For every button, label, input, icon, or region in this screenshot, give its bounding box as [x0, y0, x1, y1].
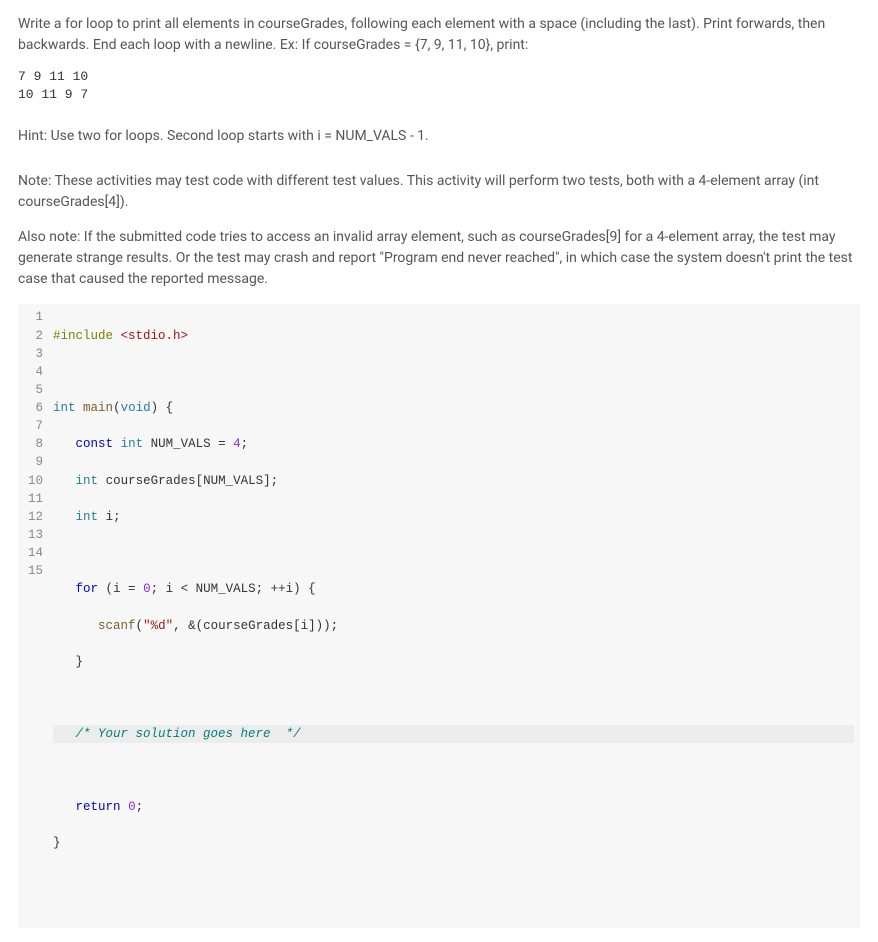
code-line-11	[53, 689, 854, 707]
note-1: Note: These activities may test code wit…	[18, 171, 860, 213]
code-line-10: }	[53, 653, 854, 671]
code-line-5: int courseGrades[NUM_VALS];	[53, 472, 854, 490]
code-editor[interactable]: 123456789101112131415 #include <stdio.h>…	[18, 304, 860, 928]
code-line-15: }	[53, 834, 854, 852]
note-2: Also note: If the submitted code tries t…	[18, 227, 860, 290]
code-line-1: #include <stdio.h>	[53, 327, 854, 345]
code-line-4: const int NUM_VALS = 4;	[53, 435, 854, 453]
code-line-6: int i;	[53, 508, 854, 526]
code-line-14: return 0;	[53, 798, 854, 816]
line-gutter: 123456789101112131415	[18, 304, 51, 892]
sample-output: 7 9 11 10 10 11 9 7	[18, 68, 860, 104]
code-line-7	[53, 544, 854, 562]
code-line-9: scanf("%d", &(courseGrades[i]));	[53, 617, 854, 635]
code-body[interactable]: #include <stdio.h> int main(void) { cons…	[51, 304, 860, 892]
code-line-2	[53, 363, 854, 381]
code-line-3: int main(void) {	[53, 399, 854, 417]
code-line-8: for (i = 0; i < NUM_VALS; ++i) {	[53, 580, 854, 598]
problem-intro: Write a for loop to print all elements i…	[18, 14, 860, 56]
code-line-12-solution[interactable]: /* Your solution goes here */	[53, 725, 854, 743]
code-line-13	[53, 762, 854, 780]
hint-text: Hint: Use two for loops. Second loop sta…	[18, 126, 860, 147]
